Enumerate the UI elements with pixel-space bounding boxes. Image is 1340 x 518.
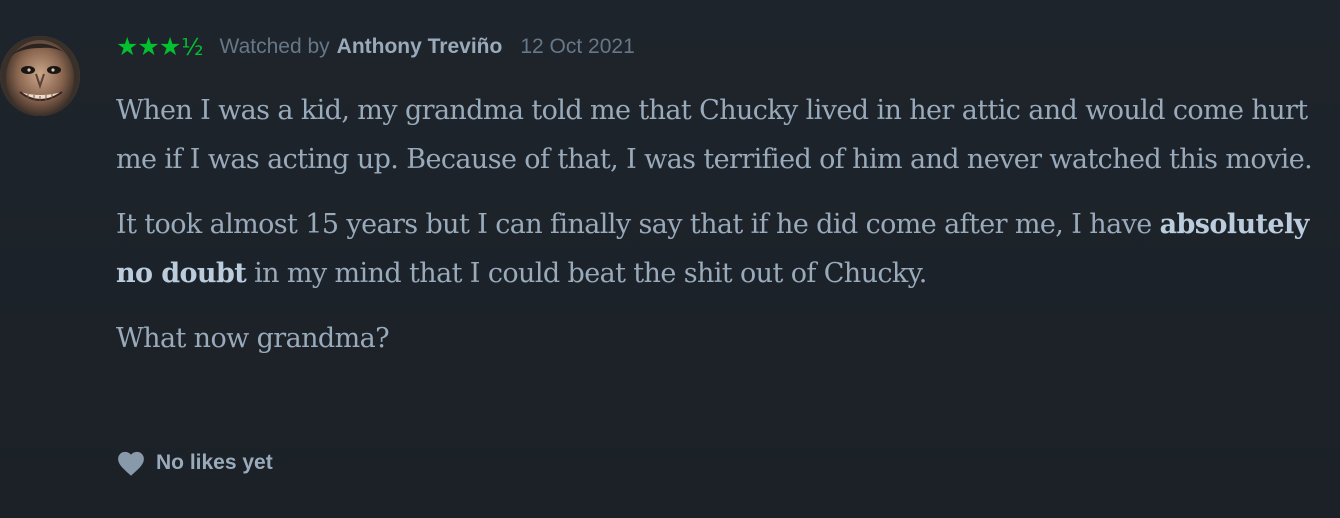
review-date: 12 Oct 2021: [520, 35, 635, 58]
review-text: It took almost 15 years but I can finall…: [116, 209, 1152, 240]
rating-half: ½: [181, 35, 204, 61]
author-link[interactable]: Anthony Treviño: [337, 35, 503, 59]
likes-count-label: No likes yet: [156, 451, 273, 474]
user-avatar-image: [0, 36, 80, 116]
review-paragraph: When I was a kid, my grandma told me tha…: [116, 95, 1313, 175]
review-body: When I was a kid, my grandma told me tha…: [116, 87, 1331, 381]
review-paragraph: It took almost 15 years but I can finall…: [116, 201, 1331, 298]
watched-by-label: Watched by: [219, 35, 330, 58]
like-button[interactable]: No likes yet: [116, 446, 273, 480]
review-card: ★★★½ Watched by Anthony Treviño 12 Oct 2…: [0, 0, 1340, 518]
star-rating: ★★★½: [116, 34, 204, 60]
review-meta: ★★★½ Watched by Anthony Treviño 12 Oct 2…: [116, 30, 635, 64]
rating-stars: ★★★: [116, 32, 181, 61]
review-paragraph: What now grandma?: [116, 323, 390, 354]
heart-icon[interactable]: [116, 450, 146, 477]
review-text: in my mind that I could beat the shit ou…: [254, 257, 927, 289]
user-avatar[interactable]: [0, 36, 80, 116]
